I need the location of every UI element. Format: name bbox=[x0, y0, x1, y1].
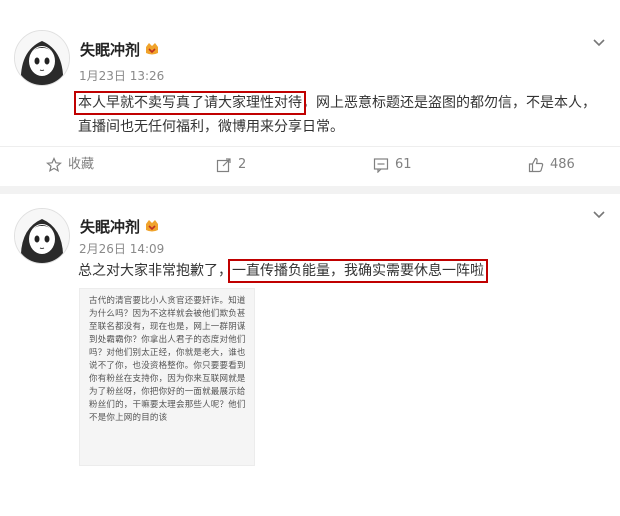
post-content: 总之对大家非常抱歉了，一直传播负能量，我确实需要休息一阵啦 bbox=[78, 259, 608, 283]
divider bbox=[0, 186, 620, 194]
repost-icon bbox=[216, 158, 231, 173]
highlighted-text: 本人早就不卖写真了请大家理性对待 bbox=[74, 91, 306, 115]
username[interactable]: 失眠冲剂 bbox=[80, 216, 140, 237]
image-text: 古代的清官要比小人贪官还要奸诈。知道为什么吗？因为不这样就会被他们欺负甚至联名都… bbox=[89, 296, 246, 423]
like-count: 486 bbox=[550, 157, 575, 172]
like-button[interactable]: 486 bbox=[528, 155, 575, 175]
favorite-button[interactable]: 收藏 bbox=[46, 155, 94, 175]
comment-icon bbox=[373, 158, 389, 173]
repost-count: 2 bbox=[238, 157, 247, 172]
comment-button[interactable]: 61 bbox=[373, 155, 412, 175]
repost-button[interactable]: 2 bbox=[216, 155, 246, 175]
username[interactable]: 失眠冲剂 bbox=[80, 39, 140, 60]
avatar[interactable] bbox=[14, 30, 70, 86]
weibo-post: 失眠冲剂 2月26日 14:09 总之对大家非常抱歉了，一直传播负能量，我确实需… bbox=[0, 194, 620, 516]
post-image[interactable]: 古代的清官要比小人贪官还要奸诈。知道为什么吗？因为不这样就会被他们欺负甚至联名都… bbox=[79, 288, 255, 466]
comment-count: 61 bbox=[395, 157, 412, 172]
action-bar: 收藏 2 61 486 bbox=[0, 146, 620, 183]
weibo-post: 失眠冲剂 1月23日 13:26 本人早就不卖写真了请大家理性对待，网上恶意标题… bbox=[0, 0, 620, 186]
favorite-label: 收藏 bbox=[68, 157, 95, 172]
chevron-down-icon[interactable] bbox=[592, 208, 606, 222]
avatar[interactable] bbox=[14, 208, 70, 264]
highlighted-text: 一直传播负能量，我确实需要休息一阵啦 bbox=[228, 259, 488, 283]
post-text: 总之对大家非常抱歉了， bbox=[78, 263, 232, 279]
chevron-down-icon[interactable] bbox=[592, 36, 606, 50]
vip-badge-icon bbox=[146, 43, 158, 55]
star-icon bbox=[46, 157, 62, 173]
post-content: 本人早就不卖写真了请大家理性对待，网上恶意标题还是盗图的都勿信，不是本人，直播间… bbox=[74, 91, 608, 139]
like-icon bbox=[528, 157, 544, 173]
post-timestamp[interactable]: 2月26日 14:09 bbox=[79, 240, 164, 257]
post-timestamp[interactable]: 1月23日 13:26 bbox=[79, 67, 164, 84]
vip-badge-icon bbox=[146, 220, 158, 232]
